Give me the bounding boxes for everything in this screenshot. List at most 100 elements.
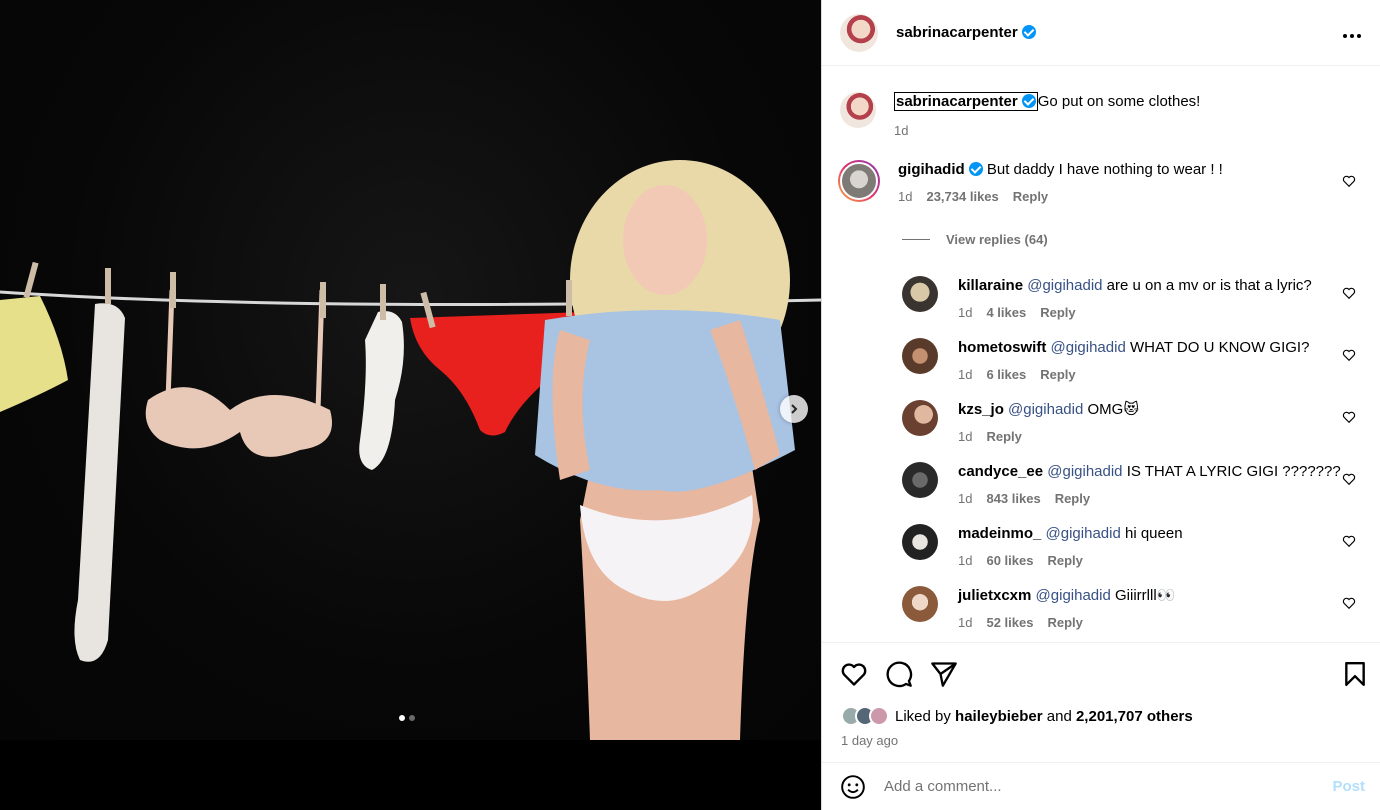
reply-time: 1d bbox=[958, 305, 973, 320]
liked-by-and: and bbox=[1046, 707, 1072, 725]
reply-avatar[interactable] bbox=[902, 276, 938, 312]
reply-username[interactable]: kzs_jo bbox=[958, 401, 1004, 418]
comment-username[interactable]: gigihadid bbox=[898, 161, 965, 178]
reply-mention[interactable]: @gigihadid bbox=[1047, 463, 1122, 480]
carousel-dot-active bbox=[399, 715, 405, 721]
view-replies-line bbox=[902, 239, 930, 240]
reply-username[interactable]: julietxcxm bbox=[958, 587, 1031, 604]
author-name-wrap: sabrinacarpenter bbox=[896, 24, 1036, 42]
reply-time: 1d bbox=[958, 429, 973, 444]
liked-by-user[interactable]: hailey​bieber bbox=[955, 708, 1043, 725]
commenter-avatar[interactable] bbox=[838, 160, 880, 202]
post-time-ago: 1 day ago bbox=[841, 733, 899, 748]
reply-username[interactable]: killaraine bbox=[958, 277, 1023, 294]
liked-by-prefix: Liked by bbox=[895, 707, 951, 725]
reply-likes[interactable]: 4 likes bbox=[986, 305, 1026, 320]
post-header: sabrinacarpenter bbox=[822, 0, 1380, 66]
reply-username[interactable]: candyce_ee bbox=[958, 463, 1043, 480]
reply-like-heart-icon[interactable] bbox=[1342, 596, 1356, 610]
post-caption: sabrinacarpenter Go put on some clothes! … bbox=[840, 92, 1200, 141]
reply-username[interactable]: madeinmo_ bbox=[958, 525, 1041, 542]
reply-time: 1d bbox=[958, 367, 973, 382]
author-avatar[interactable] bbox=[840, 13, 878, 52]
post-media bbox=[0, 0, 821, 810]
verified-badge-icon bbox=[1021, 24, 1036, 39]
reply-text: hi queen bbox=[1124, 525, 1183, 542]
emoji-icon[interactable] bbox=[840, 774, 866, 800]
comment-text: But daddy I have nothing to wear ! ! bbox=[986, 161, 1223, 178]
reply-mention[interactable]: @gigihadid bbox=[1036, 587, 1111, 604]
next-slide-button[interactable] bbox=[780, 395, 808, 423]
ellipsis-icon bbox=[1343, 34, 1361, 38]
chevron-right-icon bbox=[791, 404, 798, 414]
liker-avatar[interactable] bbox=[869, 706, 889, 726]
reply-reply-button[interactable]: Reply bbox=[1055, 491, 1090, 506]
reply-reply-button[interactable]: Reply bbox=[1040, 305, 1075, 320]
reply-item: madeinmo_ @gigihadid hi queen 1d 60 likes… bbox=[902, 524, 1183, 568]
reply-item: hometoswift @gigihadid WHAT DO U KNOW GI… bbox=[902, 338, 1309, 382]
post-photo bbox=[0, 0, 821, 740]
post-actions: Liked by hailey​bieber and 2,201,707 oth… bbox=[822, 642, 1380, 762]
comment-reply-button[interactable]: Reply bbox=[1013, 189, 1048, 204]
caption-text-block: sabrinacarpenter Go put on some clothes! … bbox=[894, 92, 1200, 141]
reply-like-heart-icon[interactable] bbox=[1342, 472, 1356, 486]
reply-likes[interactable]: 6 likes bbox=[986, 367, 1026, 382]
reply-like-heart-icon[interactable] bbox=[1342, 348, 1356, 362]
verified-badge-icon bbox=[1021, 94, 1036, 108]
photo-illustration bbox=[0, 160, 821, 740]
reply-time: 1d bbox=[958, 615, 973, 630]
reply-like-heart-icon[interactable] bbox=[1342, 410, 1356, 424]
liked-by-avatars bbox=[841, 706, 889, 726]
reply-likes[interactable]: 60 likes bbox=[986, 553, 1033, 568]
reply-like-heart-icon[interactable] bbox=[1342, 534, 1356, 548]
reply-text: Giiirrlll👀 bbox=[1115, 587, 1176, 604]
caption-username[interactable]: sabrinacarpenter bbox=[896, 93, 1018, 110]
post-comment-button[interactable]: Post bbox=[1332, 778, 1365, 795]
view-replies-label[interactable]: View replies (64) bbox=[946, 232, 1048, 247]
reply-reply-button[interactable]: Reply bbox=[986, 429, 1021, 444]
carousel-indicator bbox=[399, 715, 415, 721]
reply-likes[interactable]: 843 likes bbox=[986, 491, 1040, 506]
reply-like-heart-icon[interactable] bbox=[1342, 286, 1356, 300]
reply-mention[interactable]: @gigihadid bbox=[1046, 525, 1121, 542]
reply-avatar[interactable] bbox=[902, 462, 938, 498]
carousel-dot bbox=[409, 715, 415, 721]
like-heart-icon[interactable] bbox=[840, 660, 868, 688]
reply-text: IS THAT A LYRIC GIGI ??????? bbox=[1126, 463, 1341, 480]
reply-mention[interactable]: @gigihadid bbox=[1051, 339, 1126, 356]
reply-item: candyce_ee @gigihadid IS THAT A LYRIC GI… bbox=[902, 462, 1341, 506]
reply-reply-button[interactable]: Reply bbox=[1047, 553, 1082, 568]
reply-likes[interactable]: 52 likes bbox=[986, 615, 1033, 630]
post-side-panel: sabrinacarpenter sabrinacarpenter Go put … bbox=[821, 0, 1380, 810]
verified-badge-icon bbox=[968, 162, 983, 176]
reply-text: are u on a mv or is that a lyric? bbox=[1106, 277, 1312, 294]
reply-mention[interactable]: @gigihadid bbox=[1008, 401, 1083, 418]
comment-likes[interactable]: 23,734 likes bbox=[926, 189, 998, 204]
reply-avatar[interactable] bbox=[902, 524, 938, 560]
share-send-icon[interactable] bbox=[930, 660, 958, 688]
reply-avatar[interactable] bbox=[902, 400, 938, 436]
comment-bubble-icon[interactable] bbox=[885, 660, 913, 688]
reply-avatar[interactable] bbox=[902, 586, 938, 622]
reply-reply-button[interactable]: Reply bbox=[1040, 367, 1075, 382]
reply-text: OMG😻 bbox=[1087, 401, 1139, 418]
comment-input[interactable] bbox=[884, 778, 1284, 795]
caption-username-box[interactable]: sabrinacarpenter bbox=[894, 92, 1038, 111]
comment-item: gigihadid But daddy I have nothing to we… bbox=[838, 160, 1358, 204]
liked-by-summary: Liked by hailey​bieber and 2,201,707 oth… bbox=[841, 706, 1193, 726]
comment-like-heart-icon[interactable] bbox=[1342, 174, 1356, 188]
reply-avatar[interactable] bbox=[902, 338, 938, 374]
reply-reply-button[interactable]: Reply bbox=[1047, 615, 1082, 630]
more-options-button[interactable] bbox=[1342, 22, 1362, 45]
like-count[interactable]: 2,201,707 others bbox=[1076, 708, 1193, 725]
author-username[interactable]: sabrinacarpenter bbox=[896, 24, 1018, 41]
reply-time: 1d bbox=[958, 491, 973, 506]
reply-username[interactable]: hometoswift bbox=[958, 339, 1046, 356]
caption-avatar[interactable] bbox=[840, 92, 876, 128]
view-replies-button[interactable]: View replies (64) bbox=[902, 232, 1048, 247]
save-bookmark-icon[interactable] bbox=[1342, 660, 1368, 688]
reply-item: julietxcxm @gigihadid Giiirrlll👀 1d 52 li… bbox=[902, 586, 1175, 630]
reply-mention[interactable]: @gigihadid bbox=[1027, 277, 1102, 294]
caption-text: Go put on some clothes! bbox=[1037, 93, 1201, 110]
instagram-post-modal: sabrinacarpenter sabrinacarpenter Go put … bbox=[0, 0, 1380, 810]
